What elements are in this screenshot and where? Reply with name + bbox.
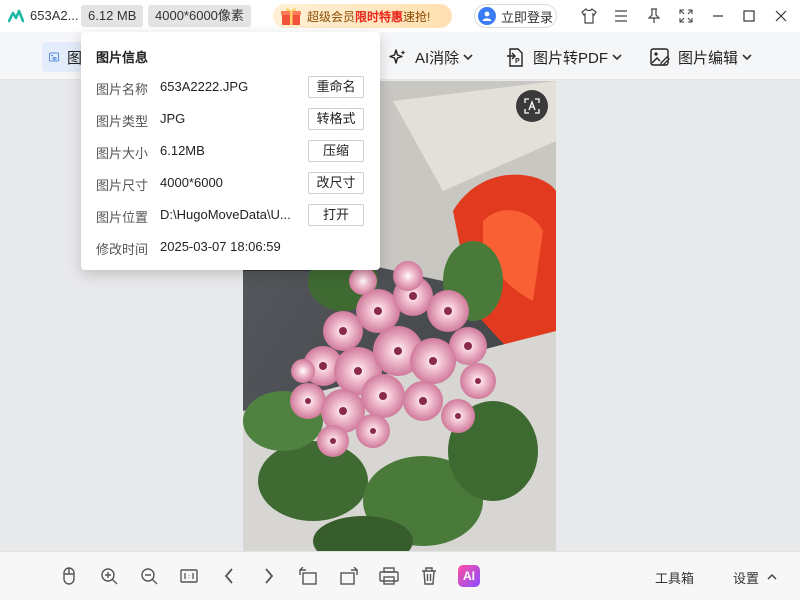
compress-button[interactable]: 压缩: [308, 140, 364, 162]
info-label: 图片大小: [96, 146, 149, 161]
image-info-icon: [49, 52, 59, 62]
image-edit-label: 图片编辑: [678, 49, 739, 67]
app-logo-icon: [8, 9, 24, 23]
to-pdf-tool[interactable]: P 图片转PDF: [506, 42, 622, 72]
info-value: 4000*6000: [160, 175, 223, 190]
ai-erase-icon: [389, 48, 406, 64]
rotate-left-icon[interactable]: [298, 566, 318, 586]
promo-highlight: 限时特惠: [355, 9, 404, 24]
image-info-panel: 图片信息 图片名称 653A2222.JPG 重命名 图片类型 JPG 转格式 …: [81, 32, 380, 270]
actual-size-icon[interactable]: [179, 566, 199, 586]
file-size-chip[interactable]: 6.12 MB: [81, 5, 144, 27]
ocr-text-icon[interactable]: [516, 90, 548, 122]
close-icon[interactable]: [772, 7, 790, 25]
info-panel-title: 图片信息: [96, 50, 149, 65]
info-label: 图片尺寸: [96, 178, 149, 193]
chevron-down-icon: [463, 54, 473, 61]
svg-text:P: P: [515, 58, 520, 65]
ai-erase-tool[interactable]: AI消除: [388, 42, 473, 72]
info-row-modified: 修改时间 2025-03-07 18:06:59: [96, 236, 366, 258]
resize-button[interactable]: 改尺寸: [308, 172, 364, 194]
convert-format-button[interactable]: 转格式: [308, 108, 364, 130]
info-row-type: 图片类型 JPG 转格式: [96, 108, 366, 130]
login-button[interactable]: 立即登录: [474, 4, 557, 28]
ai-tools-button[interactable]: AI: [458, 565, 480, 587]
info-row-location: 图片位置 D:\HugoMoveData\U... 打开: [96, 204, 366, 226]
info-value: 2025-03-07 18:06:59: [160, 239, 281, 254]
print-icon[interactable]: [379, 566, 399, 586]
shirt-icon[interactable]: [580, 7, 598, 25]
zoom-in-icon[interactable]: [99, 566, 119, 586]
image-info-tool[interactable]: 图: [42, 42, 82, 72]
minimize-icon[interactable]: [709, 7, 727, 25]
prev-icon[interactable]: [219, 566, 239, 586]
image-edit-tool[interactable]: 图片编辑: [650, 42, 752, 72]
promo-text: 超级会员: [307, 9, 356, 24]
file-name-title: 653A2...: [30, 8, 79, 23]
title-bar: 653A2... 6.12 MB 4000*6000像素 超级会员 限时特惠 速抢!…: [0, 0, 800, 32]
image-info-tool-label: 图: [66, 49, 82, 67]
rotate-right-icon[interactable]: [339, 566, 359, 586]
chevron-down-icon: [612, 54, 622, 61]
delete-icon[interactable]: [419, 566, 439, 586]
avatar-icon: [478, 7, 496, 25]
login-label: 立即登录: [501, 9, 554, 25]
info-label: 修改时间: [96, 242, 149, 257]
open-location-button[interactable]: 打开: [308, 204, 364, 226]
info-value: D:\HugoMoveData\U...: [160, 207, 291, 222]
pin-icon[interactable]: [645, 7, 663, 25]
bottom-toolbar: AI 工具箱 设置: [0, 551, 800, 600]
fullscreen-icon[interactable]: [677, 7, 695, 25]
info-row-size: 图片大小 6.12MB 压缩: [96, 140, 366, 162]
info-label: 图片名称: [96, 82, 149, 97]
info-value: JPG: [160, 111, 186, 126]
info-row-name: 图片名称 653A2222.JPG 重命名: [96, 76, 366, 98]
info-value: 653A2222.JPG: [160, 79, 249, 94]
pdf-icon: P: [507, 47, 523, 67]
maximize-icon[interactable]: [740, 7, 758, 25]
gift-icon: [281, 8, 301, 25]
promo-text-end: 速抢!: [403, 9, 431, 24]
mouse-icon[interactable]: [59, 566, 79, 586]
info-row-dimensions: 图片尺寸 4000*6000 改尺寸: [96, 172, 366, 194]
settings-button[interactable]: 设置: [733, 568, 759, 587]
toolbox-button[interactable]: 工具箱: [655, 568, 694, 587]
rename-button[interactable]: 重命名: [308, 76, 364, 98]
info-label: 图片类型: [96, 114, 149, 129]
next-icon[interactable]: [259, 566, 279, 586]
info-label: 图片位置: [96, 210, 149, 225]
vip-promo-banner[interactable]: 超级会员 限时特惠 速抢!: [273, 4, 452, 28]
dimensions-chip[interactable]: 4000*6000像素: [148, 5, 251, 27]
chevron-up-icon[interactable]: [762, 567, 782, 587]
chevron-down-icon: [742, 54, 752, 61]
zoom-out-icon[interactable]: [139, 566, 159, 586]
info-value: 6.12MB: [160, 143, 205, 158]
image-edit-icon: [650, 47, 670, 66]
to-pdf-label: 图片转PDF: [533, 49, 609, 67]
menu-icon[interactable]: [612, 7, 630, 25]
ai-erase-label: AI消除: [415, 49, 460, 67]
